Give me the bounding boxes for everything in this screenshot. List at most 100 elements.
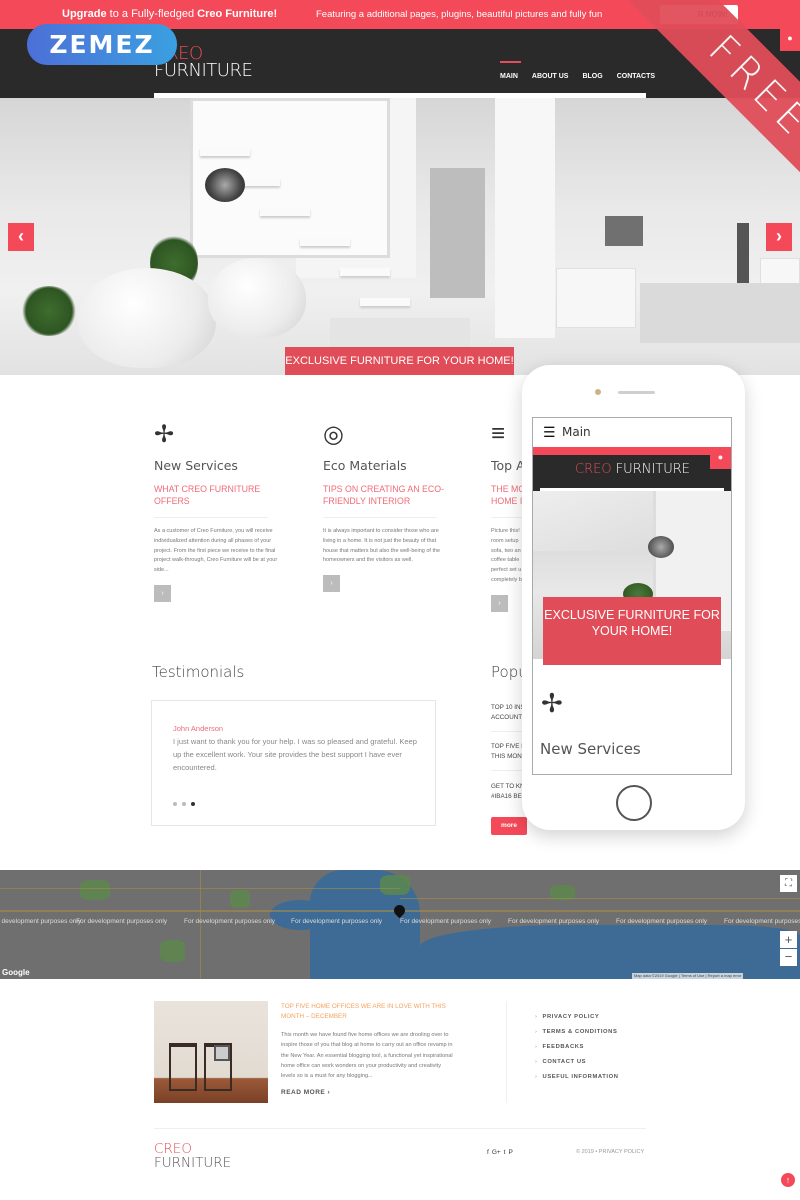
mobile-menu-bar[interactable]: ☰ Main [533, 418, 731, 447]
phone-mockup: ☰ Main CREO FURNITURE ● EXCLUSIVE FURNIT… [522, 365, 745, 830]
pinwheel-icon: ✢ [541, 688, 563, 718]
feature-title: Eco Materials [323, 458, 407, 473]
map-zoom-in-button[interactable]: + [780, 931, 797, 948]
mobile-header: CREO FURNITURE [533, 455, 731, 491]
hero-chair [78, 268, 216, 368]
map-watermark: For development purposes only [508, 918, 600, 925]
social-links: f G+ t P [487, 1149, 513, 1156]
promo-lead: Upgrade to a Fully-fledged Creo Furnitur… [62, 8, 277, 20]
promo-features: Featuring a additional pages, plugins, b… [316, 9, 603, 20]
map-watermark: For development purposes only [616, 918, 708, 925]
testimonials-title: Testimonials [152, 663, 245, 681]
copyright[interactable]: © 2019 • PRIVACY POLICY [576, 1149, 644, 1155]
feature-divider [323, 517, 437, 518]
google-logo: Google [2, 968, 30, 977]
phone-speaker [618, 391, 655, 394]
footer-links: › PRIVACY POLICY › TERMS & CONDITIONS › FEE… [535, 1014, 619, 1089]
phone-home-button [616, 785, 652, 821]
google-plus-icon[interactable]: G+ [492, 1149, 501, 1156]
feature-title: New Services [154, 458, 238, 473]
hero-door [430, 168, 485, 298]
pinterest-icon[interactable]: P [508, 1149, 512, 1156]
feature-subtitle-link[interactable]: WHAT CREO FURNITURE OFFERS [154, 483, 284, 507]
phone-camera [595, 389, 601, 395]
nav-contacts[interactable]: CONTACTS [617, 73, 655, 80]
feature-eco-materials: ◎ Eco Materials TIPS ON CREATING AN ECO-… [323, 420, 453, 593]
feature-text: As a customer of Creo Furniture, you wil… [154, 528, 278, 574]
footer-logo-furniture: FURNITURE [154, 1155, 232, 1171]
promo-brand: Creo Furniture! [197, 8, 278, 20]
nav-main[interactable]: MAIN [500, 73, 518, 80]
testimonial-quote: I just want to thank you for your help. … [173, 737, 417, 772]
mobile-logo: CREO FURNITURE [575, 462, 690, 477]
google-map[interactable]: For development purposes only For develo… [0, 870, 800, 979]
feature-divider [154, 517, 268, 518]
testimonial-card: John Anderson I just want to thank you f… [151, 700, 436, 826]
footer-link-feedbacks[interactable]: › FEEDBACKS [535, 1044, 619, 1059]
promo-upgrade: Upgrade [62, 8, 107, 20]
testimonial-pagination [173, 802, 195, 806]
footer-divider [506, 1001, 507, 1103]
mobile-menu-label: Main [562, 425, 591, 439]
hero-cta-button[interactable]: EXCLUSIVE FURNITURE FOR YOUR HOME! [285, 347, 514, 375]
buy-now-button[interactable]: R NOW! [660, 5, 738, 24]
eco-target-icon: ◎ [323, 421, 344, 448]
map-watermark: For development purposes only [291, 918, 383, 925]
feature-more-button[interactable]: › [323, 575, 340, 593]
map-watermark: For development purposes only [400, 918, 492, 925]
footer-separator [154, 1128, 646, 1129]
map-attribution[interactable]: Map data ©2019 Google | Terms of Use | R… [632, 973, 744, 979]
hamburger-icon[interactable]: ☰ [543, 425, 556, 439]
twitter-icon[interactable]: t [504, 1149, 506, 1156]
mobile-user-icon[interactable]: ● [710, 447, 731, 469]
scroll-to-top-button[interactable]: ↑ [781, 1173, 795, 1187]
footer-link-useful-info[interactable]: › USEFUL INFORMATION [535, 1074, 619, 1089]
user-icon: ● [787, 33, 793, 43]
read-more-link[interactable]: READ MORE › [281, 1089, 330, 1096]
hero-slider [0, 98, 800, 375]
testimonial-author: John Anderson [173, 724, 224, 733]
mobile-feature-title: New Services [540, 740, 641, 758]
facebook-icon[interactable]: f [487, 1149, 489, 1156]
main-nav: MAIN ABOUT US BLOG CONTACTS [500, 61, 655, 80]
blog-post-title[interactable]: TOP FIVE HOME OFFICES WE ARE IN LOVE WIT… [281, 1002, 451, 1022]
logo-furniture: FURNITURE [154, 60, 253, 81]
nav-active-indicator [500, 61, 521, 63]
footer-logo-creo: CREO [154, 1141, 192, 1157]
pagination-dot[interactable] [173, 802, 177, 806]
mobile-promo-banner [533, 447, 731, 455]
promo-mid: to a Fully-fledged [106, 8, 198, 20]
nav-blog[interactable]: BLOG [582, 73, 602, 80]
map-watermark: For development purposes only [724, 918, 800, 925]
footer-link-contact[interactable]: › CONTACT US [535, 1059, 619, 1074]
pinwheel-icon: ✢ [154, 421, 175, 448]
feature-more-button[interactable]: › [154, 584, 171, 602]
mobile-cta-button[interactable]: EXCLUSIVE FURNITURE FOR YOUR HOME! [543, 597, 721, 665]
hero-tv [605, 216, 643, 246]
popular-more-button[interactable]: more [491, 817, 527, 835]
pagination-dot-active[interactable] [191, 802, 195, 806]
map-fullscreen-button[interactable]: ⛶ [780, 875, 797, 892]
pagination-dot[interactable] [182, 802, 186, 806]
footer-link-terms[interactable]: › TERMS & CONDITIONS [535, 1029, 619, 1044]
hero-chair [208, 258, 306, 338]
slider-next-button[interactable]: › [766, 223, 792, 251]
footer-link-privacy[interactable]: › PRIVACY POLICY [535, 1014, 619, 1029]
chair-image [169, 1043, 197, 1091]
feature-subtitle-link[interactable]: TIPS ON CREATING AN ECO-FRIENDLY INTERIO… [323, 483, 453, 507]
map-zoom-out-button[interactable]: − [780, 949, 797, 966]
nav-about-us[interactable]: ABOUT US [532, 73, 569, 80]
blog-post-image[interactable] [154, 1001, 268, 1103]
feature-new-services: ✢ New Services WHAT CREO FURNITURE OFFER… [154, 420, 284, 602]
map-watermark: For development purposes only [0, 918, 82, 925]
user-account-button[interactable]: ● [780, 29, 800, 51]
feature-more-button[interactable]: › [491, 594, 508, 612]
footer-logo[interactable]: CREO FURNITURE [154, 1142, 231, 1170]
phone-screen: ☰ Main CREO FURNITURE ● EXCLUSIVE FURNIT… [532, 417, 732, 775]
picture-frame [214, 1045, 230, 1061]
feature-text: It is always important to consider those… [323, 528, 441, 564]
map-watermark: For development purposes only [184, 918, 276, 925]
zemez-badge: ZEMEZ [27, 24, 177, 65]
slider-prev-button[interactable]: ‹ [8, 223, 34, 251]
hero-lamp [205, 168, 245, 202]
